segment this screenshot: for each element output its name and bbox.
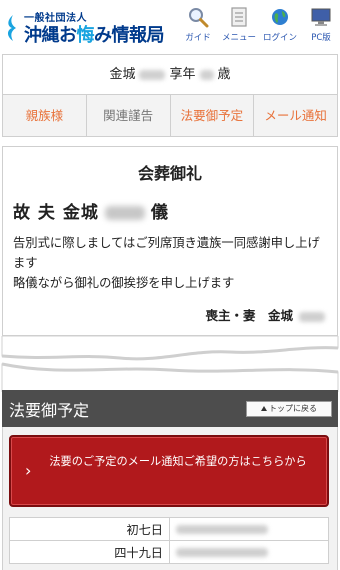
- deceased-profile: 金城 享年 歳: [2, 54, 338, 95]
- nav-guide[interactable]: ガイド: [179, 6, 217, 46]
- logo-title: 沖縄お悔み情報局: [24, 21, 165, 47]
- tab-related-notices[interactable]: 関連謹告: [87, 95, 171, 136]
- email-notify-button[interactable]: › 法要のご予定のメール通知ご希望の方はこちらから: [9, 435, 329, 507]
- logo-title-part: み情報局: [94, 25, 165, 46]
- message-body: 告別式に際しましてはご列席頂き遺族一同感謝申し上げます 略儀ながら御礼の御挨拶を…: [13, 233, 329, 293]
- schedule-date: [169, 517, 329, 541]
- name-suffix: 儀: [150, 203, 169, 223]
- signature-text: 喪主・妻 金城: [205, 308, 293, 323]
- age-label: 享年: [169, 67, 196, 82]
- section-tabs: 親族様 関連謹告 法要御予定 メール通知: [2, 95, 338, 137]
- section-title: 法要御予定: [9, 401, 90, 420]
- redacted-mourner-name: [299, 311, 325, 322]
- nav-menu-label: メニュー: [221, 33, 256, 43]
- age-suffix: 歳: [217, 67, 231, 82]
- site-logo[interactable]: 一般社団法人 沖縄お悔み情報局: [4, 7, 174, 47]
- header-nav: ガイド メニュー ログイン PC版: [176, 6, 340, 46]
- table-row: 初七日: [9, 517, 329, 541]
- schedule-date: [169, 540, 329, 564]
- monitor-icon: [311, 8, 331, 26]
- redacted-date: [176, 548, 268, 557]
- table-row: 四十九日: [9, 540, 329, 564]
- nav-pc-label: PC版: [311, 33, 331, 43]
- back-to-top-label: トップに戻る: [269, 404, 317, 413]
- schedule-label: 四十九日: [9, 540, 170, 564]
- schedule-label: 初七日: [9, 517, 170, 541]
- redacted-given-name: [139, 69, 166, 80]
- thank-you-message: 会葬御礼 故 夫 金城 儀 告別式に際しましてはご列席頂き遺族一同感謝申し上げます…: [2, 146, 338, 336]
- memorial-schedule-body: › 法要のご予定のメール通知ご希望の方はこちらから 初七日 四十九日: [2, 427, 338, 570]
- tab-relatives[interactable]: 親族様: [3, 95, 87, 136]
- deceased-name-line: 故 夫 金城 儀: [13, 198, 169, 223]
- back-to-top-button[interactable]: トップに戻る: [246, 401, 332, 417]
- message-title: 会葬御礼: [137, 164, 202, 183]
- redacted-age: [199, 69, 214, 80]
- memorial-schedule-header: 法要御予定 トップに戻る: [2, 390, 338, 427]
- torn-paper-divider: [1, 336, 339, 392]
- chevron-right-icon: ›: [25, 461, 32, 480]
- nav-login-label: ログイン: [262, 33, 297, 43]
- logo-title-part: 沖縄お: [24, 25, 77, 46]
- deceased-surname: 金城: [109, 67, 136, 82]
- message-line: 略儀ながら御礼の御挨拶を申し上げます: [13, 276, 235, 290]
- tab-memorial-schedule[interactable]: 法要御予定: [171, 95, 255, 136]
- logo-mark-icon: [8, 15, 16, 41]
- magnifier-icon: [189, 8, 209, 28]
- email-notify-label: 法要のご予定のメール通知ご希望の方はこちらから: [49, 455, 307, 468]
- site-header: 一般社団法人 沖縄お悔み情報局 ガイド メニュー ログイン PC版: [0, 0, 340, 50]
- tab-email-notification[interactable]: メール通知: [254, 95, 337, 136]
- redacted-date: [176, 525, 268, 534]
- nav-guide-label: ガイド: [185, 33, 211, 43]
- message-line: 告別式に際しましてはご列席頂き遺族一同感謝申し上げます: [13, 236, 320, 270]
- chief-mourner-signature: 喪主・妻 金城: [205, 305, 325, 324]
- nav-pc-version[interactable]: PC版: [302, 6, 340, 46]
- nav-login[interactable]: ログイン: [261, 6, 299, 46]
- up-arrow-icon: [261, 406, 267, 411]
- document-menu-icon: [231, 7, 247, 27]
- logo-title-highlight: 悔: [76, 25, 95, 46]
- nav-menu[interactable]: メニュー: [220, 6, 258, 46]
- schedule-table: 初七日 四十九日: [9, 517, 329, 564]
- name-prefix: 故 夫 金城: [13, 203, 99, 223]
- globe-icon: [272, 9, 288, 25]
- redacted-given-name: [104, 206, 145, 220]
